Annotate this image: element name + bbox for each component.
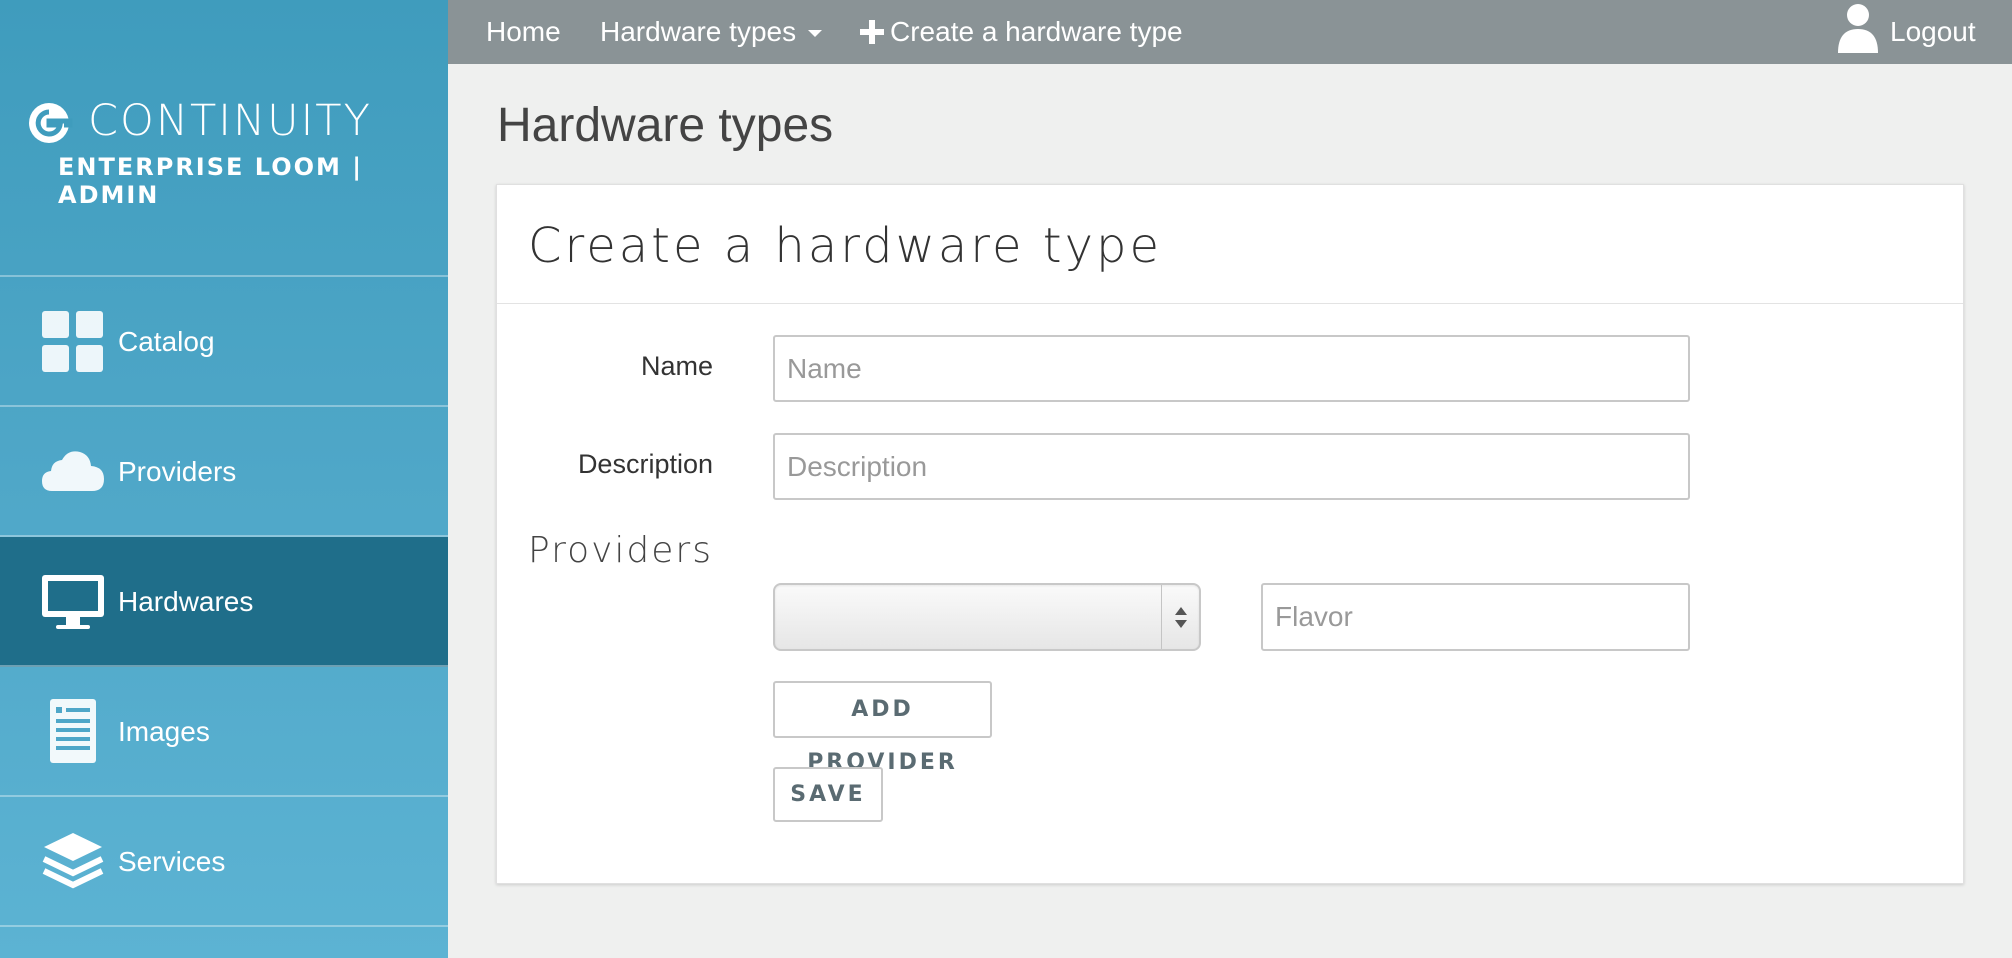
nav-hardware-types-label: Hardware types [600,16,797,47]
sidebar-item-label: Catalog [118,326,215,357]
sidebar-item-label: Services [118,846,226,877]
flavor-input[interactable] [1261,583,1690,651]
plus-icon [860,20,884,44]
create-hardware-type-panel: Create a hardware type Name Description … [496,184,1964,884]
nav-create-hardware-type-link[interactable]: Create a hardware type [860,0,1183,64]
document-icon [50,699,96,763]
brand-logo[interactable]: CONTINUITY ENTERPRISE LOOM | ADMIN [0,0,448,277]
save-button[interactable]: SAVE [773,767,883,822]
brand-subtitle: ENTERPRISE LOOM | ADMIN [58,153,364,209]
page-title: Hardware types [497,99,834,152]
panel-title: Create a hardware type [528,218,1162,274]
sidebar-item-services[interactable]: Services [0,797,448,927]
grid-icon [42,311,103,372]
monitor-icon [42,575,104,629]
sidebar-item-providers[interactable]: Providers [0,407,448,537]
sidebar-item-label: Hardwares [118,586,254,617]
description-label: Description [577,449,713,479]
select-arrows-icon [1161,585,1199,649]
brand-name: CONTINUITY [88,96,372,146]
nav-create-label: Create a hardware type [890,16,1183,47]
caret-down-icon [808,30,823,38]
logout-link[interactable]: Logout [1836,0,1976,64]
sidebar-item-images[interactable]: Images [0,667,448,797]
sidebar-item-hardwares[interactable]: Hardwares [0,537,448,667]
layers-icon [42,833,104,889]
continuity-logo-icon [29,103,73,143]
sidebar: CONTINUITY ENTERPRISE LOOM | ADMIN Catal… [0,0,448,958]
sidebar-item-label: Images [118,716,210,747]
user-icon [1838,4,1878,53]
nav-hardware-types-dropdown[interactable]: Hardware types [600,0,823,64]
sidebar-item-label: Providers [118,456,237,487]
name-label: Name [640,351,713,381]
name-input[interactable] [773,335,1690,402]
cloud-icon [42,451,104,491]
providers-section-label: Providers [528,530,713,571]
add-provider-button[interactable]: ADD PROVIDER [773,681,992,775]
top-navbar: Home Hardware types Create a hardware ty… [448,0,2012,64]
description-input[interactable] [773,433,1690,500]
nav-home-link[interactable]: Home [486,0,561,64]
panel-header: Create a hardware type [497,185,1963,304]
logout-label: Logout [1890,16,1976,47]
sidebar-item-catalog[interactable]: Catalog [0,277,448,407]
provider-select[interactable] [773,583,1201,651]
